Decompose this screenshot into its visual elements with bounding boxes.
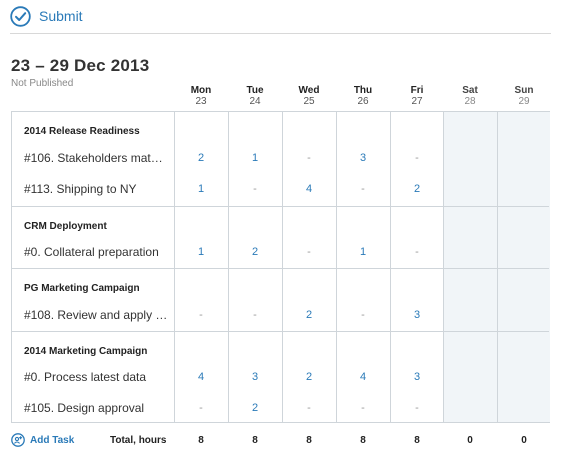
day-total: 0 [521,435,527,446]
hours-cell[interactable]: - [228,183,282,195]
project-title: 2014 Release Readiness [24,126,140,137]
hours-cell[interactable]: - [174,309,228,321]
project-title: CRM Deployment [24,221,107,232]
hours-cell[interactable]: - [228,309,282,321]
day-number: 26 [357,96,369,107]
add-person-icon [11,433,25,447]
task-name[interactable]: #108. Review and apply … [24,308,170,322]
day-name: Wed [298,85,320,96]
hours-cell[interactable]: - [336,183,390,195]
task-name[interactable]: #0. Process latest data [24,370,170,384]
submit-label: Submit [39,8,83,24]
timesheet-grid: 2014 Release Readiness #106. Stakeholders… [11,111,550,423]
add-task-button[interactable]: Add Task [11,433,74,447]
day-name: Fri [410,85,424,96]
week-title: 23 – 29 Dec 2013 [11,56,150,75]
group-divider [12,268,549,269]
submit-button[interactable]: Submit [10,4,83,28]
day-header: Sun 29 [497,85,551,107]
publish-status: Not Published [11,78,74,89]
hours-cell[interactable]: 2 [228,402,282,414]
hours-cell[interactable]: 2 [282,309,336,321]
day-number: 27 [411,96,423,107]
day-number: 28 [464,96,476,107]
project-title: PG Marketing Campaign [24,283,140,294]
hours-cell[interactable]: - [282,246,336,258]
hours-cell[interactable]: 4 [336,371,390,383]
hours-cell[interactable]: 2 [282,371,336,383]
day-total: 8 [360,435,366,446]
day-total: 8 [198,435,204,446]
day-number: 25 [303,96,315,107]
hours-cell[interactable]: 3 [336,152,390,164]
hours-cell[interactable]: - [390,402,444,414]
group-divider [12,331,549,332]
add-task-label: Add Task [30,434,75,446]
weekend-column [498,112,550,422]
day-name: Tue [246,85,264,96]
hours-cell[interactable]: - [336,309,390,321]
hours-cell[interactable]: 4 [174,371,228,383]
day-name: Sun [514,85,534,96]
hours-cell[interactable]: - [336,402,390,414]
hours-cell[interactable]: 2 [174,152,228,164]
weekend-column [444,112,498,422]
day-total: 8 [252,435,258,446]
hours-cell[interactable]: 1 [336,246,390,258]
hours-cell[interactable]: - [390,246,444,258]
task-name[interactable]: #106. Stakeholders mat… [24,151,170,165]
hours-cell[interactable]: - [282,402,336,414]
day-header: Sat 28 [443,85,497,107]
hours-cell[interactable]: 3 [390,309,444,321]
day-total: 0 [467,435,473,446]
hours-cell[interactable]: 3 [390,371,444,383]
day-name: Thu [353,85,373,96]
hours-cell[interactable]: 2 [228,246,282,258]
day-total: 8 [306,435,312,446]
day-header: Mon 23 [174,85,228,107]
hours-cell[interactable]: 1 [228,152,282,164]
day-total: 8 [414,435,420,446]
day-header: Tue 24 [228,85,282,107]
task-name[interactable]: #0. Collateral preparation [24,245,170,259]
hours-cell[interactable]: 2 [390,183,444,195]
hours-cell[interactable]: 3 [228,371,282,383]
day-name: Mon [190,85,212,96]
total-hours-label: Total, hours [110,435,167,446]
day-header: Fri 27 [390,85,444,107]
day-header: Wed 25 [282,85,336,107]
group-divider [12,206,549,207]
day-name: Sat [462,85,478,96]
hours-cell[interactable]: 1 [174,183,228,195]
day-number: 29 [518,96,530,107]
hours-cell[interactable]: 4 [282,183,336,195]
day-number: 24 [249,96,261,107]
task-name[interactable]: #113. Shipping to NY [24,182,170,196]
check-circle-icon [10,5,31,27]
hours-cell[interactable]: - [282,152,336,164]
toolbar-divider [10,33,551,34]
hours-cell[interactable]: - [174,402,228,414]
hours-cell[interactable]: 1 [174,246,228,258]
project-title: 2014 Marketing Campaign [24,346,148,357]
day-header: Thu 26 [336,85,390,107]
day-number: 23 [195,96,207,107]
hours-cell[interactable]: - [390,152,444,164]
column-divider [497,112,498,422]
task-name[interactable]: #105. Design approval [24,401,170,415]
